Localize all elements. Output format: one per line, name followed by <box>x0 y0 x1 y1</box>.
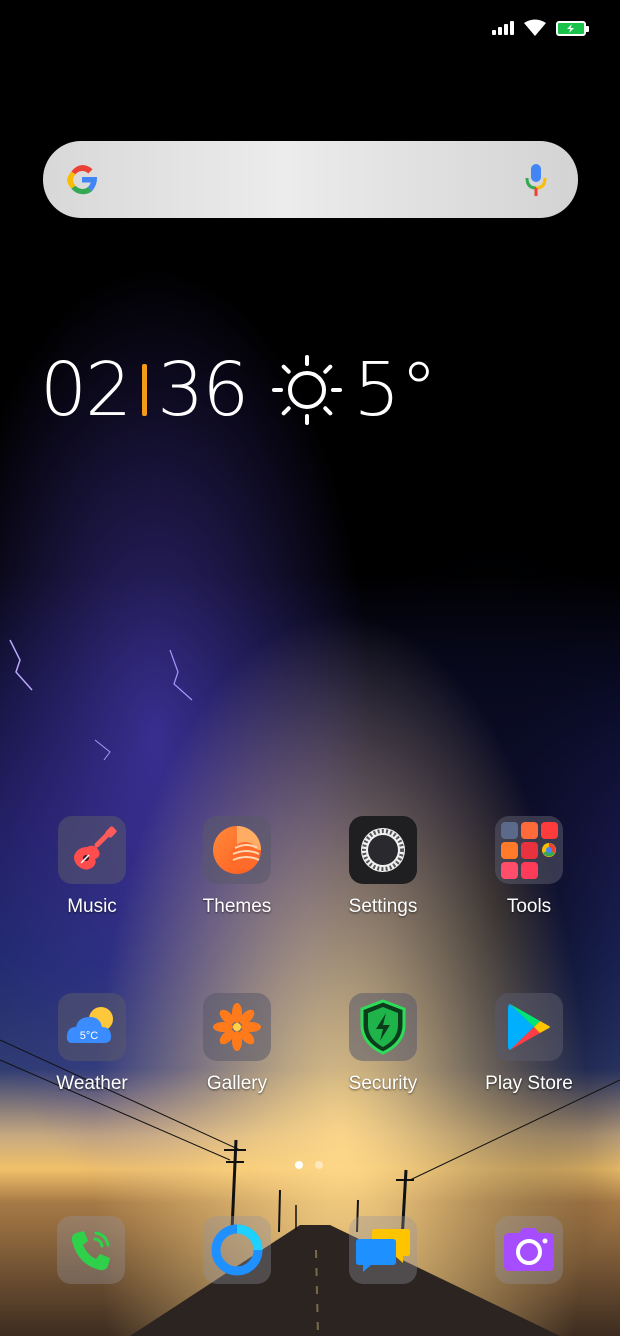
mic-icon[interactable] <box>524 163 548 197</box>
app-label: Gallery <box>206 1073 268 1094</box>
page-dot-1[interactable] <box>295 1161 303 1169</box>
app-tools[interactable]: Tools <box>456 816 602 918</box>
app-gallery[interactable]: Gallery <box>164 993 310 1095</box>
app-label: Security <box>348 1073 418 1094</box>
shield-icon <box>349 993 417 1061</box>
page-dot-2[interactable] <box>315 1161 323 1169</box>
wifi-icon <box>524 19 546 36</box>
signal-icon <box>492 21 514 35</box>
clock-weather-widget[interactable]: 02 36 5° <box>40 350 437 430</box>
weather-icon: 5°C <box>58 993 126 1061</box>
app-themes[interactable]: Themes <box>164 816 310 918</box>
dock-browser[interactable] <box>203 1216 271 1284</box>
flower-icon <box>203 993 271 1061</box>
app-weather[interactable]: 5°C Weather <box>19 993 165 1095</box>
app-label: Play Store <box>485 1073 573 1094</box>
sun-icon <box>272 355 343 425</box>
app-play-store[interactable]: Play Store <box>456 993 602 1095</box>
clock-minutes: 36 <box>157 347 249 433</box>
temperature: 5° <box>353 347 438 433</box>
google-g-icon <box>67 165 98 195</box>
app-settings[interactable]: Settings <box>310 816 456 918</box>
messages-icon <box>356 1229 410 1272</box>
dock-camera[interactable] <box>495 1216 563 1284</box>
phone-icon <box>71 1231 110 1271</box>
app-music[interactable]: Music <box>19 816 165 918</box>
clock-hours: 02 <box>40 347 132 433</box>
app-label: Themes <box>202 896 272 917</box>
dock-phone[interactable] <box>57 1216 125 1284</box>
battery-charging-icon <box>556 20 589 36</box>
guitar-icon <box>58 816 126 884</box>
app-label: Weather <box>56 1073 128 1094</box>
browser-icon <box>211 1224 263 1276</box>
app-security[interactable]: Security <box>310 993 456 1095</box>
weather-badge: 5°C <box>80 1030 99 1042</box>
app-label: Music <box>67 896 117 917</box>
page-indicator <box>295 1161 323 1169</box>
status-bar <box>492 14 589 42</box>
app-label: Tools <box>506 896 552 917</box>
play-store-icon <box>495 993 563 1061</box>
app-label: Settings <box>348 896 418 917</box>
gear-icon <box>349 816 417 884</box>
dock-messages[interactable] <box>349 1216 417 1284</box>
search-bar[interactable] <box>43 141 578 218</box>
folder-icon <box>495 816 563 884</box>
camera-icon <box>504 1228 554 1271</box>
themes-icon <box>203 816 271 884</box>
clock-separator <box>142 364 148 416</box>
